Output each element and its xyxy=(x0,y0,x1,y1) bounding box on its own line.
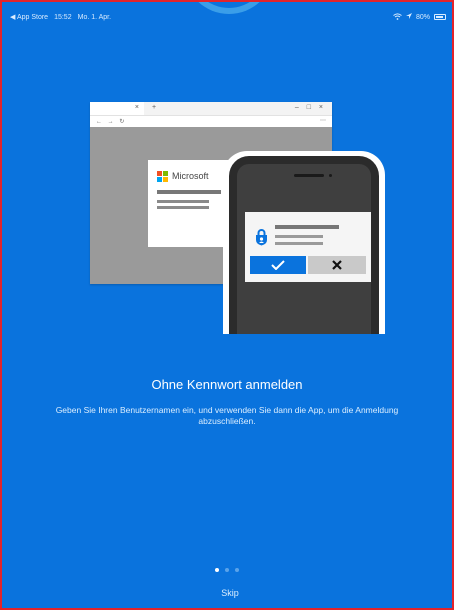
placeholder-line xyxy=(275,225,339,229)
microsoft-logo-icon xyxy=(157,171,168,182)
page-indicator[interactable] xyxy=(2,568,452,572)
passwordless-illustration: × + – □ × ← → ↻ ⋯ Microsoft xyxy=(2,2,452,608)
page-description: Geben Sie Ihren Benutzernamen ein, und v… xyxy=(55,405,399,426)
browser-menu-icon: ⋯ xyxy=(320,118,326,124)
shield-lock-icon xyxy=(255,228,268,251)
close-tab-icon: × xyxy=(134,104,139,111)
authenticator-approval-card xyxy=(245,212,371,282)
page-title: Ohne Kennwort anmelden xyxy=(151,377,303,392)
placeholder-line xyxy=(157,200,209,203)
deny-button-illustration xyxy=(308,256,366,274)
onboarding-screen: ◀ App Store 15:52 Mo. 1. Apr. 80% × + – … xyxy=(0,0,454,610)
page-dot[interactable] xyxy=(225,568,229,572)
skip-button[interactable]: Skip xyxy=(210,588,250,598)
browser-tab: × xyxy=(90,102,144,115)
approve-button-illustration xyxy=(250,256,306,274)
phone-screen xyxy=(237,164,371,334)
x-icon xyxy=(332,260,342,270)
page-dot[interactable] xyxy=(235,568,239,572)
new-tab-icon: + xyxy=(152,104,157,111)
browser-titlebar: × + – □ × xyxy=(90,102,332,115)
page-dot-active[interactable] xyxy=(215,568,219,572)
microsoft-brand-name: Microsoft xyxy=(172,171,209,181)
window-controls-icon: – □ × xyxy=(294,104,326,111)
browser-address-bar: ← → ↻ ⋯ xyxy=(90,115,332,127)
browser-nav-icons: ← → ↻ xyxy=(96,119,127,125)
phone-speaker xyxy=(294,174,324,177)
checkmark-icon xyxy=(271,260,285,270)
placeholder-line xyxy=(275,235,323,238)
placeholder-line xyxy=(157,190,221,194)
placeholder-line xyxy=(275,242,323,245)
phone-camera xyxy=(329,174,332,177)
placeholder-line xyxy=(157,206,209,209)
phone-illustration xyxy=(223,151,385,334)
